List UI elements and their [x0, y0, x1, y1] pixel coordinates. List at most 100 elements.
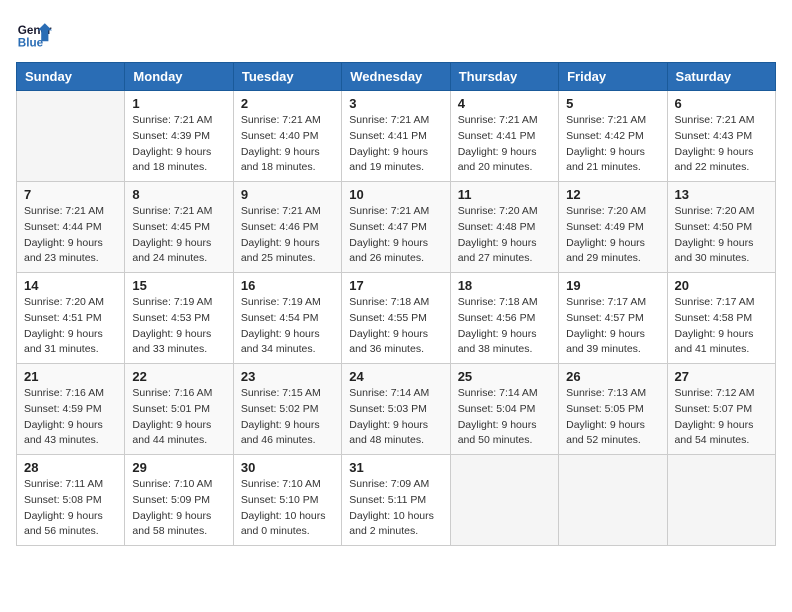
day-info: Sunrise: 7:18 AMSunset: 4:56 PMDaylight:… [458, 295, 551, 358]
day-info: Sunrise: 7:17 AMSunset: 4:58 PMDaylight:… [675, 295, 768, 358]
day-cell: 7 Sunrise: 7:21 AMSunset: 4:44 PMDaylight… [17, 182, 125, 273]
day-info: Sunrise: 7:20 AMSunset: 4:49 PMDaylight:… [566, 204, 659, 267]
header-day-wednesday: Wednesday [342, 63, 450, 91]
calendar-table: SundayMondayTuesdayWednesdayThursdayFrid… [16, 62, 776, 546]
day-info: Sunrise: 7:21 AMSunset: 4:47 PMDaylight:… [349, 204, 442, 267]
day-info: Sunrise: 7:14 AMSunset: 5:03 PMDaylight:… [349, 386, 442, 449]
day-cell: 31Sunrise: 7:09 AMSunset: 5:11 PMDayligh… [342, 455, 450, 546]
day-cell: 3Sunrise: 7:21 AMSunset: 4:41 PMDaylight… [342, 91, 450, 182]
day-number: 13 [675, 187, 768, 202]
svg-text:Blue: Blue [18, 37, 44, 50]
day-cell: 18 Sunrise: 7:18 AMSunset: 4:56 PMDayligh… [450, 273, 558, 364]
day-info: Sunrise: 7:15 AMSunset: 5:02 PMDaylight:… [241, 386, 334, 449]
day-number: 4 [458, 96, 551, 111]
header: General Blue [16, 16, 776, 52]
day-info: Sunrise: 7:16 AMSunset: 4:59 PMDaylight:… [24, 386, 117, 449]
day-cell: 13 Sunrise: 7:20 AMSunset: 4:50 PMDayligh… [667, 182, 775, 273]
day-number: 26 [566, 369, 659, 384]
header-row: SundayMondayTuesdayWednesdayThursdayFrid… [17, 63, 776, 91]
day-number: 1 [132, 96, 225, 111]
day-info: Sunrise: 7:13 AMSunset: 5:05 PMDaylight:… [566, 386, 659, 449]
day-cell: 12 Sunrise: 7:20 AMSunset: 4:49 PMDayligh… [559, 182, 667, 273]
day-info: Sunrise: 7:21 AMSunset: 4:39 PMDaylight:… [132, 113, 225, 176]
day-info: Sunrise: 7:09 AMSunset: 5:11 PMDaylight:… [349, 477, 442, 540]
day-cell: 26 Sunrise: 7:13 AMSunset: 5:05 PMDayligh… [559, 364, 667, 455]
day-info: Sunrise: 7:21 AMSunset: 4:40 PMDaylight:… [241, 113, 334, 176]
day-cell: 28 Sunrise: 7:11 AMSunset: 5:08 PMDayligh… [17, 455, 125, 546]
day-cell: 27Sunrise: 7:12 AMSunset: 5:07 PMDayligh… [667, 364, 775, 455]
day-cell: 23 Sunrise: 7:15 AMSunset: 5:02 PMDayligh… [233, 364, 341, 455]
day-info: Sunrise: 7:20 AMSunset: 4:48 PMDaylight:… [458, 204, 551, 267]
day-info: Sunrise: 7:21 AMSunset: 4:45 PMDaylight:… [132, 204, 225, 267]
day-cell: 4 Sunrise: 7:21 AMSunset: 4:41 PMDaylight… [450, 91, 558, 182]
day-info: Sunrise: 7:18 AMSunset: 4:55 PMDaylight:… [349, 295, 442, 358]
day-info: Sunrise: 7:17 AMSunset: 4:57 PMDaylight:… [566, 295, 659, 358]
day-number: 14 [24, 278, 117, 293]
day-number: 15 [132, 278, 225, 293]
day-info: Sunrise: 7:21 AMSunset: 4:42 PMDaylight:… [566, 113, 659, 176]
day-info: Sunrise: 7:11 AMSunset: 5:08 PMDaylight:… [24, 477, 117, 540]
day-cell: 8 Sunrise: 7:21 AMSunset: 4:45 PMDaylight… [125, 182, 233, 273]
day-number: 21 [24, 369, 117, 384]
week-row-3: 14 Sunrise: 7:20 AMSunset: 4:51 PMDayligh… [17, 273, 776, 364]
day-number: 16 [241, 278, 334, 293]
header-day-friday: Friday [559, 63, 667, 91]
day-number: 2 [241, 96, 334, 111]
day-cell: 9 Sunrise: 7:21 AMSunset: 4:46 PMDaylight… [233, 182, 341, 273]
day-number: 23 [241, 369, 334, 384]
day-cell: 10Sunrise: 7:21 AMSunset: 4:47 PMDayligh… [342, 182, 450, 273]
day-cell: 6Sunrise: 7:21 AMSunset: 4:43 PMDaylight… [667, 91, 775, 182]
day-info: Sunrise: 7:20 AMSunset: 4:51 PMDaylight:… [24, 295, 117, 358]
day-number: 22 [132, 369, 225, 384]
week-row-5: 28 Sunrise: 7:11 AMSunset: 5:08 PMDayligh… [17, 455, 776, 546]
day-cell: 11 Sunrise: 7:20 AMSunset: 4:48 PMDayligh… [450, 182, 558, 273]
day-cell: 22 Sunrise: 7:16 AMSunset: 5:01 PMDayligh… [125, 364, 233, 455]
week-row-1: 1 Sunrise: 7:21 AMSunset: 4:39 PMDaylight… [17, 91, 776, 182]
day-info: Sunrise: 7:19 AMSunset: 4:53 PMDaylight:… [132, 295, 225, 358]
day-info: Sunrise: 7:20 AMSunset: 4:50 PMDaylight:… [675, 204, 768, 267]
day-number: 28 [24, 460, 117, 475]
day-number: 30 [241, 460, 334, 475]
day-number: 5 [566, 96, 659, 111]
day-info: Sunrise: 7:14 AMSunset: 5:04 PMDaylight:… [458, 386, 551, 449]
day-cell: 14 Sunrise: 7:20 AMSunset: 4:51 PMDayligh… [17, 273, 125, 364]
day-cell: 20Sunrise: 7:17 AMSunset: 4:58 PMDayligh… [667, 273, 775, 364]
day-number: 24 [349, 369, 442, 384]
day-number: 18 [458, 278, 551, 293]
day-number: 19 [566, 278, 659, 293]
day-info: Sunrise: 7:16 AMSunset: 5:01 PMDaylight:… [132, 386, 225, 449]
day-cell [17, 91, 125, 182]
day-info: Sunrise: 7:21 AMSunset: 4:43 PMDaylight:… [675, 113, 768, 176]
day-cell [559, 455, 667, 546]
day-number: 3 [349, 96, 442, 111]
day-cell: 29 Sunrise: 7:10 AMSunset: 5:09 PMDayligh… [125, 455, 233, 546]
day-info: Sunrise: 7:10 AMSunset: 5:09 PMDaylight:… [132, 477, 225, 540]
day-info: Sunrise: 7:21 AMSunset: 4:46 PMDaylight:… [241, 204, 334, 267]
day-cell: 19 Sunrise: 7:17 AMSunset: 4:57 PMDayligh… [559, 273, 667, 364]
day-cell: 30 Sunrise: 7:10 AMSunset: 5:10 PMDayligh… [233, 455, 341, 546]
header-day-thursday: Thursday [450, 63, 558, 91]
day-number: 11 [458, 187, 551, 202]
day-cell: 25 Sunrise: 7:14 AMSunset: 5:04 PMDayligh… [450, 364, 558, 455]
day-number: 9 [241, 187, 334, 202]
day-info: Sunrise: 7:12 AMSunset: 5:07 PMDaylight:… [675, 386, 768, 449]
day-number: 7 [24, 187, 117, 202]
day-cell: 24 Sunrise: 7:14 AMSunset: 5:03 PMDayligh… [342, 364, 450, 455]
header-day-tuesday: Tuesday [233, 63, 341, 91]
day-cell: 5 Sunrise: 7:21 AMSunset: 4:42 PMDaylight… [559, 91, 667, 182]
day-cell [450, 455, 558, 546]
day-cell: 16 Sunrise: 7:19 AMSunset: 4:54 PMDayligh… [233, 273, 341, 364]
day-cell: 17 Sunrise: 7:18 AMSunset: 4:55 PMDayligh… [342, 273, 450, 364]
day-info: Sunrise: 7:21 AMSunset: 4:41 PMDaylight:… [458, 113, 551, 176]
header-day-monday: Monday [125, 63, 233, 91]
day-number: 8 [132, 187, 225, 202]
day-number: 17 [349, 278, 442, 293]
header-day-saturday: Saturday [667, 63, 775, 91]
day-info: Sunrise: 7:10 AMSunset: 5:10 PMDaylight:… [241, 477, 334, 540]
day-number: 25 [458, 369, 551, 384]
day-number: 12 [566, 187, 659, 202]
day-info: Sunrise: 7:21 AMSunset: 4:44 PMDaylight:… [24, 204, 117, 267]
day-info: Sunrise: 7:19 AMSunset: 4:54 PMDaylight:… [241, 295, 334, 358]
week-row-4: 21 Sunrise: 7:16 AMSunset: 4:59 PMDayligh… [17, 364, 776, 455]
day-number: 29 [132, 460, 225, 475]
